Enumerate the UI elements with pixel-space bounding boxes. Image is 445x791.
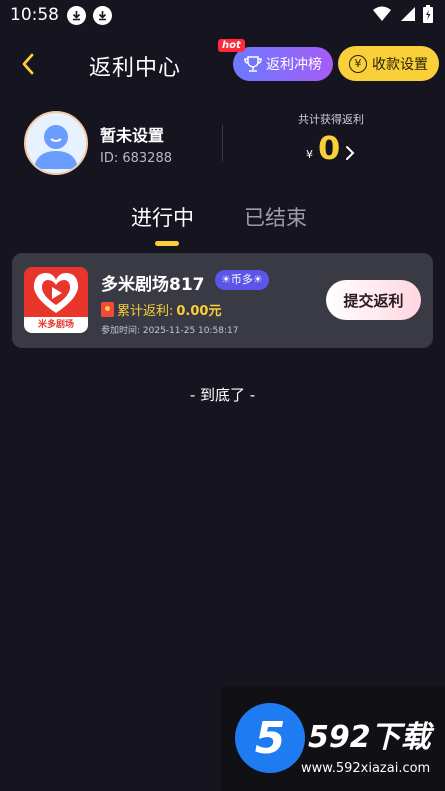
default-avatar-icon (34, 125, 78, 169)
status-time: 10:58 (10, 5, 59, 25)
hot-badge: hot (218, 39, 245, 52)
app-logo: 米多剧场 (24, 267, 88, 333)
payment-settings-label: 收款设置 (372, 56, 428, 73)
download-notification-icon (93, 5, 112, 25)
battery-icon (423, 5, 433, 27)
avatar[interactable] (24, 111, 88, 175)
chevron-left-icon (22, 53, 34, 75)
app-logo-caption: 米多剧场 (24, 317, 88, 333)
reward-value: 0.00元 (176, 304, 222, 319)
site-watermark: 5 592下载 www.592xiazai.com (221, 686, 445, 791)
tab-ended[interactable]: 已结束 (244, 202, 307, 232)
reward-row: 累计返利: 0.00元 (101, 300, 221, 319)
list-end-text: - 到底了 - (189, 386, 256, 404)
watermark-url: www.592xiazai.com (301, 761, 431, 776)
status-tabs: 进行中 已结束 (0, 200, 445, 250)
rebate-rank-label: 返利冲榜 (266, 57, 322, 73)
total-rebate-value[interactable]: 0 (318, 129, 340, 167)
red-packet-icon (101, 302, 114, 317)
tab-in-progress[interactable]: 进行中 (131, 202, 194, 232)
submit-rebate-button[interactable]: 提交返利 (326, 280, 421, 320)
watermark-logo-icon: 5 (235, 703, 305, 773)
status-bar: 10:58 (0, 0, 445, 30)
rebate-card[interactable]: 米多剧场 多米剧场817 ☀币多☀ 累计返利: 0.00元 参加时间: 2025… (12, 253, 433, 348)
coin-badge: ☀币多☀ (215, 270, 269, 290)
download-notification-icon (67, 5, 86, 25)
trophy-icon (244, 56, 262, 72)
wifi-icon (373, 6, 391, 26)
header: 返利中心 返利冲榜 hot ¥ 收款设置 (0, 38, 445, 92)
nickname: 暂未设置 (100, 126, 165, 145)
yen-coin-icon: ¥ (349, 54, 367, 73)
user-id: ID: 683288 (100, 151, 172, 166)
active-tab-indicator (155, 241, 179, 246)
back-button[interactable] (14, 50, 42, 78)
app-name: 多米剧场817 (101, 275, 205, 295)
signal-icon (399, 6, 415, 26)
total-rebate-label: 共计获得返利 (298, 113, 364, 126)
divider (222, 125, 223, 161)
join-time: 参加时间: 2025-11-25 10:58:17 (101, 326, 239, 336)
currency-symbol: ¥ (306, 148, 313, 161)
profile-section: 暂未设置 ID: 683288 共计获得返利 ¥ 0 (0, 111, 445, 177)
heart-play-logo-icon (33, 273, 79, 313)
watermark-brand: 592下载 (308, 720, 431, 755)
payment-settings-button[interactable]: ¥ 收款设置 (338, 46, 439, 81)
rebate-rank-button[interactable]: 返利冲榜 (233, 47, 333, 81)
chevron-right-icon[interactable] (343, 144, 357, 162)
reward-label: 累计返利: (117, 304, 174, 319)
page-title: 返利中心 (89, 56, 182, 81)
